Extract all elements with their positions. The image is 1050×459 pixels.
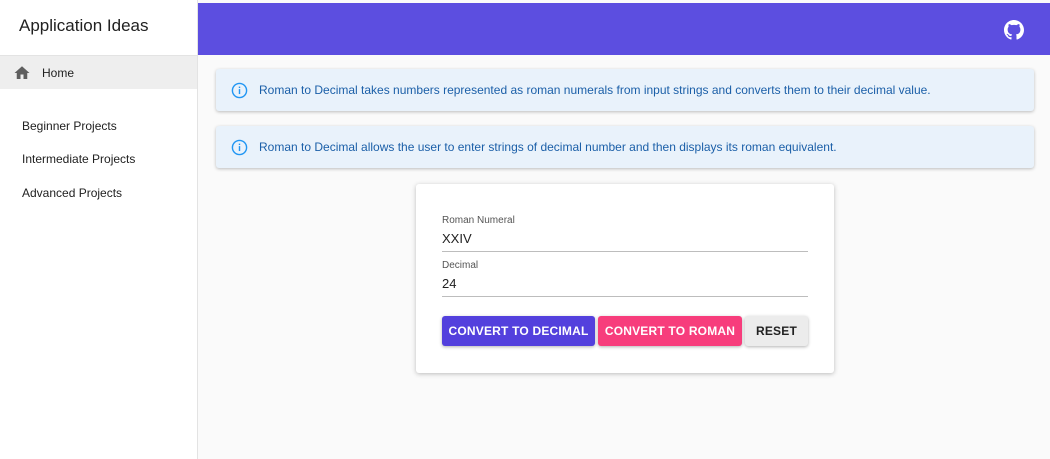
alert-text: Roman to Decimal takes numbers represent…: [259, 83, 931, 97]
alert-text: Roman to Decimal allows the user to ente…: [259, 140, 837, 154]
sidebar-item-advanced-projects[interactable]: Advanced Projects: [0, 176, 197, 210]
sidebar-item-label: Home: [42, 65, 75, 80]
github-icon[interactable]: [1004, 20, 1024, 40]
convert-to-roman-button[interactable]: CONVERT TO ROMAN: [598, 316, 742, 346]
reset-button[interactable]: RESET: [745, 316, 808, 346]
home-icon: [14, 65, 30, 79]
decimal-input[interactable]: [442, 271, 808, 297]
decimal-field-label: Decimal: [442, 260, 479, 271]
sidebar-item-home[interactable]: Home: [0, 56, 197, 89]
nav-list: Beginner Projects Intermediate Projects …: [0, 109, 197, 210]
sidebar: Application Ideas Home Beginner Projects…: [0, 0, 198, 459]
roman-field: Roman Numeral: [442, 215, 808, 252]
info-icon: [231, 139, 248, 155]
sidebar-item-beginner-projects[interactable]: Beginner Projects: [0, 109, 197, 143]
top-app-bar: [198, 3, 1050, 55]
app-root: Application Ideas Home Beginner Projects…: [0, 0, 1050, 459]
info-icon: [231, 82, 248, 98]
convert-to-decimal-button[interactable]: CONVERT TO DECIMAL: [442, 316, 595, 346]
app-title: Application Ideas: [0, 0, 197, 56]
info-alert-1: Roman to Decimal takes numbers represent…: [216, 69, 1034, 111]
converter-card: Roman Numeral Decimal CONVERT TO DECIMAL…: [416, 184, 834, 373]
sidebar-item-intermediate-projects[interactable]: Intermediate Projects: [0, 143, 197, 177]
decimal-field: Decimal: [442, 260, 808, 297]
info-alert-2: Roman to Decimal allows the user to ente…: [216, 126, 1034, 168]
roman-input[interactable]: [442, 226, 808, 252]
roman-field-label: Roman Numeral: [442, 215, 515, 226]
